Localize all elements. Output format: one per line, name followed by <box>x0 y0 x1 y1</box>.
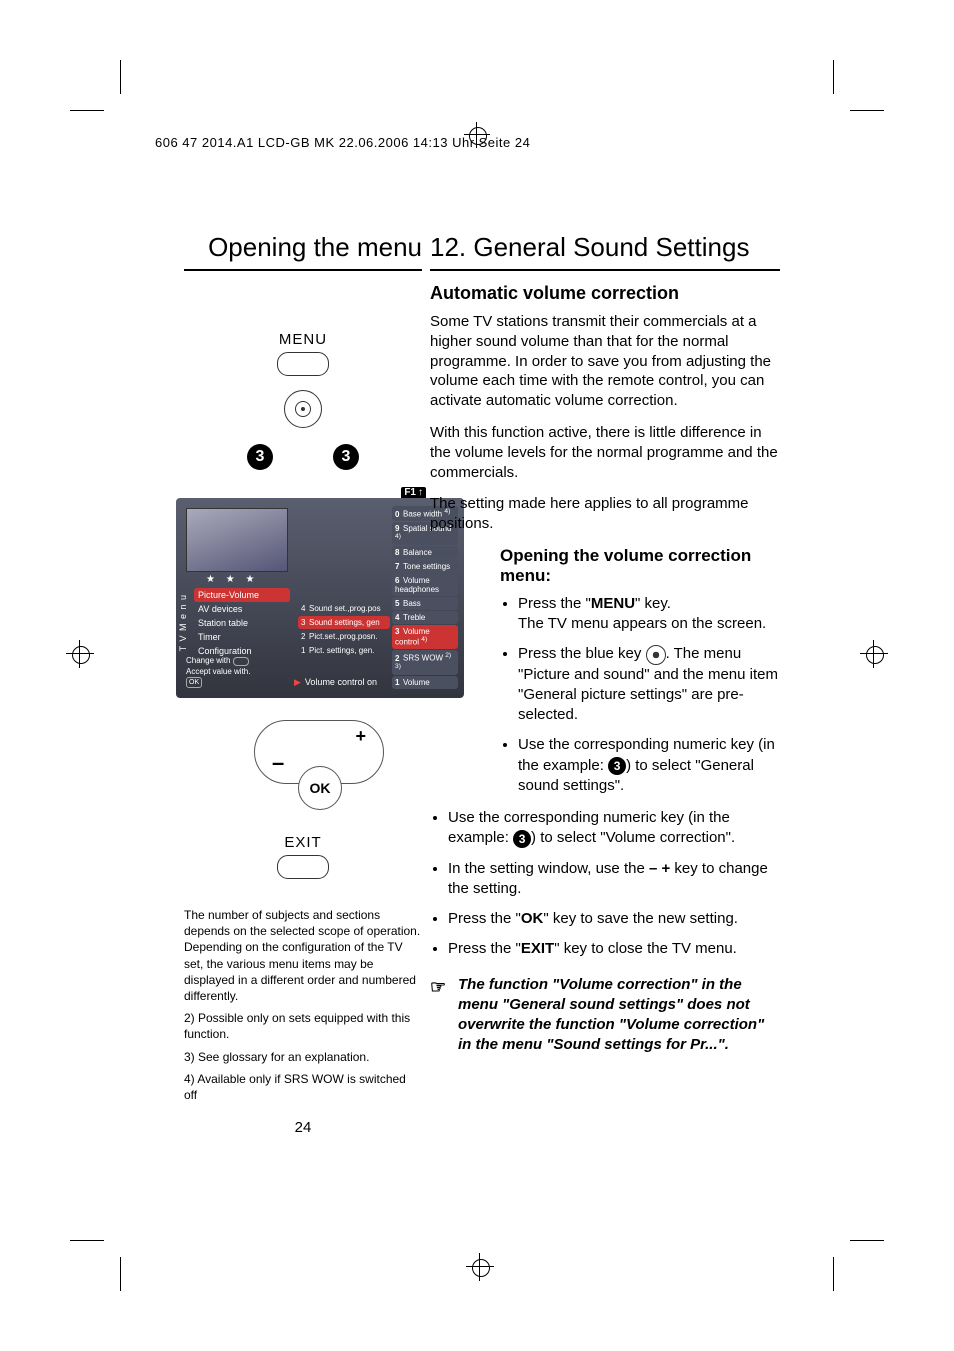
exit-key-icon <box>277 855 329 879</box>
fineprint-line: 3) See glossary for an explanation. <box>184 1049 422 1065</box>
fineprint: The number of subjects and sections depe… <box>184 907 422 1103</box>
steps-list-full: Use the corresponding numeric key (in th… <box>430 808 780 960</box>
plus-icon: + <box>355 726 366 747</box>
paragraph: Some TV stations transmit their commerci… <box>430 312 780 411</box>
step-item: Press the "OK" key to save the new setti… <box>448 909 780 929</box>
rating-stars-icon: ★ ★ ★ <box>206 574 258 585</box>
paragraph: With this function active, there is litt… <box>430 423 780 482</box>
page-number: 24 <box>184 1119 422 1136</box>
f1-tab: F1 <box>401 487 426 498</box>
step-item: Use the corresponding numeric key (in th… <box>448 808 780 849</box>
minus-icon: – <box>272 750 284 776</box>
tv-menu-vertical-label: T V M e n u <box>178 594 188 651</box>
right-title-rule <box>430 269 780 271</box>
left-column: Opening the menu MENU 3 3 F1 ★ ★ ★ T V M… <box>184 232 422 1136</box>
ok-rocker-illustration: + – OK <box>254 720 384 820</box>
fineprint-line: 2) Possible only on sets equipped with t… <box>184 1010 422 1042</box>
osd-left-item: Picture-Volume <box>194 588 290 602</box>
exit-key-block: EXIT <box>184 834 422 879</box>
blue-key-icon <box>646 645 666 665</box>
remote-illustration: MENU 3 3 <box>184 331 422 470</box>
osd-footer: ▶Volume control on <box>294 677 377 688</box>
left-title-rule <box>184 269 422 271</box>
numeric-key-hint: 3 3 <box>184 444 422 470</box>
step-item: Press the blue key . The menu "Picture a… <box>518 644 780 725</box>
osd-middle-menu: 4Sound set.,prog.pos 3Sound settings, ge… <box>298 602 390 658</box>
osd-hint: Change with Accept value with. OK <box>186 656 250 688</box>
manual-page: 606 47 2014.A1 LCD-GB MK 22.06.2006 14:1… <box>0 0 954 1351</box>
osd-left-item: Station table <box>194 616 290 630</box>
osd-left-item: AV devices <box>194 602 290 616</box>
right-column: 12. General Sound Settings Automatic vol… <box>430 232 780 1071</box>
osd-left-item: Timer <box>194 630 290 644</box>
registration-mark <box>464 122 490 148</box>
steps-list-indented: Press the "MENU" key. The TV menu appear… <box>500 594 780 796</box>
fineprint-line: The number of subjects and sections depe… <box>184 907 422 1004</box>
step-item: Use the corresponding numeric key (in th… <box>518 735 780 796</box>
steps-heading: Opening the volume correction menu: <box>500 546 780 586</box>
pointing-hand-icon: ☞ <box>430 975 446 999</box>
note: ☞ The function "Volume correction" in th… <box>430 975 780 1056</box>
subtitle: Automatic volume correction <box>430 283 780 304</box>
osd-left-menu: Picture-Volume AV devices Station table … <box>194 588 290 658</box>
blue-key-icon <box>284 390 322 428</box>
osd-screenshot: F1 ★ ★ ★ T V M e n u Picture-Volume AV d… <box>176 498 464 698</box>
tv-preview-thumbnail <box>186 508 288 572</box>
ok-key-icon: OK <box>298 766 342 810</box>
exit-key-label: EXIT <box>184 834 422 851</box>
circled-3-icon: 3 <box>513 830 531 848</box>
step-item: Press the "MENU" key. The TV menu appear… <box>518 594 780 635</box>
circled-3-icon: 3 <box>608 757 626 775</box>
step-item: In the setting window, use the – + key t… <box>448 859 780 900</box>
left-title: Opening the menu <box>184 232 422 263</box>
right-title: 12. General Sound Settings <box>430 232 780 263</box>
fineprint-line: 4) Available only if SRS WOW is switched… <box>184 1071 422 1103</box>
menu-key-label: MENU <box>184 331 422 348</box>
circled-3-icon: 3 <box>333 444 359 470</box>
step-item: Press the "EXIT" key to close the TV men… <box>448 939 780 959</box>
paragraph: The setting made here applies to all pro… <box>430 494 780 534</box>
circled-3-icon: 3 <box>247 444 273 470</box>
menu-key-icon <box>277 352 329 376</box>
